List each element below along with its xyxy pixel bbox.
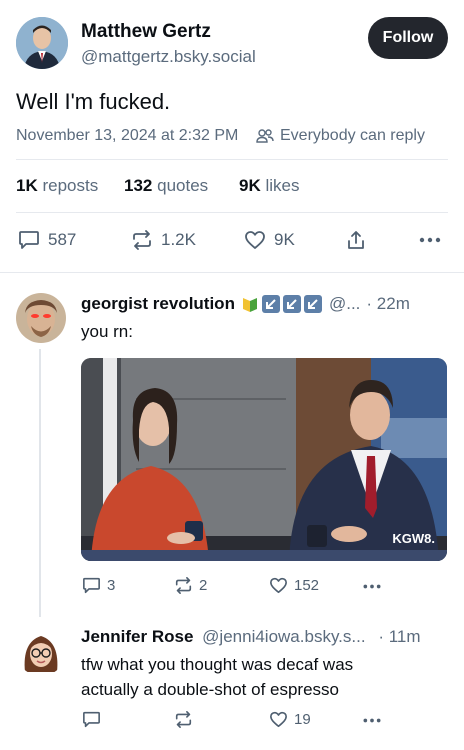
like-count: 152: [294, 577, 320, 594]
reply-handle[interactable]: @...: [329, 294, 360, 314]
quotes-stat[interactable]: 132 quotes: [124, 176, 208, 196]
reply-setting-label: Everybody can reply: [280, 127, 425, 144]
reply-header: georgist revolution @... · 22m: [81, 294, 410, 314]
beginner-badge-icon: [240, 295, 259, 313]
reply-text-line: tfw what you thought was decaf was: [81, 655, 354, 674]
repost-button[interactable]: 2: [174, 577, 207, 594]
reposts-label: reposts: [42, 176, 99, 195]
likes-label: likes: [265, 176, 300, 195]
post-timestamp: November 13, 2024 at 2:32 PM: [16, 127, 239, 144]
like-count: 9K: [274, 230, 295, 249]
arrow-badge-icon: [303, 295, 322, 313]
heart-icon: [269, 711, 288, 728]
like-button[interactable]: 19: [269, 711, 311, 728]
more-icon[interactable]: [362, 718, 382, 723]
people-icon: [256, 128, 274, 144]
reply-author-name[interactable]: Jennifer Rose: [81, 627, 193, 646]
author-name[interactable]: Matthew Gertz: [81, 21, 211, 43]
repost-count: 2: [199, 577, 208, 594]
follow-button[interactable]: Follow: [368, 17, 448, 59]
repost-icon: [174, 711, 193, 728]
reply-author-name[interactable]: georgist revolution: [81, 294, 235, 314]
post-text: Well I'm fucked.: [16, 89, 171, 114]
reposts-stat[interactable]: 1K reposts: [16, 176, 98, 196]
reply-icon: [82, 711, 101, 728]
heart-icon: [269, 577, 288, 594]
reposts-count: 1K: [16, 176, 38, 195]
divider: [0, 272, 464, 273]
reply-icon: [18, 230, 40, 250]
reply-time: · 22m: [366, 294, 410, 313]
reply-button[interactable]: 587: [18, 230, 76, 250]
like-count: 19: [294, 711, 311, 728]
reply-setting[interactable]: Everybody can reply: [256, 127, 425, 145]
author-handle[interactable]: @mattgertz.bsky.social: [81, 47, 256, 67]
author-avatar[interactable]: [16, 17, 68, 69]
divider: [16, 212, 448, 213]
quotes-label: quotes: [157, 176, 209, 195]
quotes-count: 132: [124, 176, 153, 195]
reply-button[interactable]: [82, 711, 101, 728]
repost-count: 1.2K: [161, 230, 196, 249]
follow-button-label: Follow: [382, 29, 434, 46]
reply-text-line: actually a double-shot of espresso: [81, 680, 339, 699]
reply-button[interactable]: 3: [82, 577, 115, 594]
likes-stat[interactable]: 9K likes: [239, 176, 299, 196]
more-icon[interactable]: [362, 584, 382, 589]
like-button[interactable]: 9K: [244, 230, 295, 250]
arrow-badge-icon: [261, 295, 280, 313]
more-icon[interactable]: [419, 237, 441, 243]
image-overlay-label: KGW8.: [392, 531, 435, 546]
reply-count: 3: [107, 577, 116, 594]
heart-icon: [244, 230, 266, 250]
likes-count: 9K: [239, 176, 261, 195]
like-button[interactable]: 152: [269, 577, 319, 594]
repost-icon: [174, 577, 193, 594]
repost-icon: [131, 230, 153, 250]
reply-count: 587: [48, 230, 77, 249]
reply-time: · 11m: [378, 627, 421, 646]
reply-avatar[interactable]: [16, 626, 66, 676]
repost-button[interactable]: [174, 711, 193, 728]
divider: [16, 159, 448, 160]
reply-icon: [82, 577, 101, 594]
reply-avatar[interactable]: [16, 293, 66, 343]
thread-line: [39, 349, 41, 617]
share-icon[interactable]: [345, 229, 367, 251]
repost-button[interactable]: 1.2K: [131, 230, 196, 250]
reply-text: you rn:: [81, 322, 133, 341]
reply-header: Jennifer Rose @jenni4iowa.bsky.s... · 11…: [81, 627, 421, 647]
arrow-badge-icon: [282, 295, 301, 313]
reply-image[interactable]: KGW8.: [81, 358, 447, 561]
reply-handle[interactable]: @jenni4iowa.bsky.s...: [202, 627, 365, 646]
